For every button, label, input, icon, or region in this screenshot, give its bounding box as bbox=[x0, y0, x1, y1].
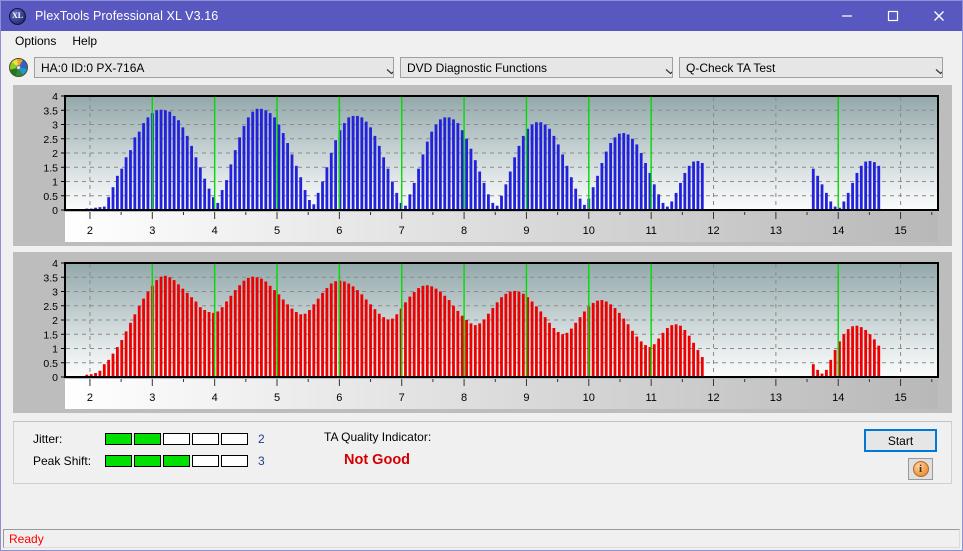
svg-text:0: 0 bbox=[52, 372, 58, 384]
ta-quality-block: TA Quality Indicator: Not Good bbox=[324, 430, 431, 468]
peak-shift-chart-panel: 0 0.5 1 1.5 2 2.5 3 3.5 4 2 3 4 5 6 7 8 9 10 11 12 13 14 15 bbox=[13, 252, 952, 413]
peak-shift-chart: 0 0.5 1 1.5 2 2.5 3 3.5 4 2 3 4 5 6 7 8 9 10 11 12 13 14 15 bbox=[13, 252, 952, 413]
peak-shift-label: Peak Shift: bbox=[33, 454, 92, 468]
close-button[interactable] bbox=[916, 1, 962, 31]
meter-cell bbox=[221, 433, 248, 445]
svg-text:3: 3 bbox=[52, 120, 58, 132]
info-button[interactable]: i bbox=[908, 458, 933, 480]
svg-text:7: 7 bbox=[399, 225, 405, 237]
jitter-chart: 0 0.5 1 1.5 2 2.5 3 3.5 4 2 3 4 5 6 7 8 9 10 11 12 13 14 15 bbox=[13, 85, 952, 246]
svg-text:9: 9 bbox=[523, 225, 529, 237]
meter-cell bbox=[221, 455, 248, 467]
svg-text:6: 6 bbox=[336, 392, 342, 404]
test-select-value: Q-Check TA Test bbox=[686, 60, 776, 75]
svg-text:0.5: 0.5 bbox=[43, 358, 58, 370]
svg-text:7: 7 bbox=[399, 392, 405, 404]
svg-text:10: 10 bbox=[583, 225, 595, 237]
svg-text:10: 10 bbox=[583, 392, 595, 404]
svg-text:3.5: 3.5 bbox=[43, 105, 58, 117]
svg-text:2.5: 2.5 bbox=[43, 301, 58, 313]
svg-text:4: 4 bbox=[212, 225, 218, 237]
svg-text:13: 13 bbox=[770, 225, 782, 237]
plextools-window: XL PlexTools Professional XL V3.16 Optio… bbox=[0, 0, 963, 551]
window-controls bbox=[824, 1, 962, 31]
svg-text:11: 11 bbox=[645, 392, 656, 404]
meter-cell bbox=[134, 455, 161, 467]
selector-toolbar: HA:0 ID:0 PX-716A DVD Diagnostic Functio… bbox=[1, 53, 962, 82]
menu-bar: Options Help bbox=[1, 31, 962, 53]
peak-shift-row: Peak Shift: 3 bbox=[33, 454, 265, 468]
svg-text:6: 6 bbox=[336, 225, 342, 237]
meter-cell bbox=[192, 433, 219, 445]
meter-cell bbox=[163, 433, 190, 445]
svg-text:5: 5 bbox=[274, 392, 280, 404]
jitter-chart-panel: 0 0.5 1 1.5 2 2.5 3 3.5 4 2 3 4 5 6 7 8 9 10 11 12 13 14 15 bbox=[13, 85, 952, 246]
meter-cell bbox=[163, 455, 190, 467]
ta-quality-value: Not Good bbox=[344, 452, 411, 468]
meter-cell bbox=[105, 455, 132, 467]
ta-quality-label: TA Quality Indicator: bbox=[324, 430, 432, 444]
menu-item-help[interactable]: Help bbox=[64, 32, 105, 51]
svg-text:3: 3 bbox=[52, 287, 58, 299]
svg-text:1.5: 1.5 bbox=[43, 162, 58, 174]
title-bar: XL PlexTools Professional XL V3.16 bbox=[1, 1, 962, 31]
svg-text:14: 14 bbox=[832, 225, 844, 237]
function-select[interactable]: DVD Diagnostic Functions bbox=[400, 57, 673, 78]
svg-text:0.5: 0.5 bbox=[43, 191, 58, 203]
drive-select[interactable]: HA:0 ID:0 PX-716A bbox=[34, 57, 394, 78]
jitter-value: 2 bbox=[258, 432, 265, 446]
jitter-meter bbox=[105, 433, 248, 445]
svg-text:2: 2 bbox=[87, 225, 93, 237]
svg-text:8: 8 bbox=[461, 392, 467, 404]
svg-text:8: 8 bbox=[461, 225, 467, 237]
start-button-label: Start bbox=[887, 433, 914, 448]
minimize-button[interactable] bbox=[824, 1, 870, 31]
svg-text:1: 1 bbox=[52, 177, 58, 189]
jitter-label: Jitter: bbox=[33, 432, 63, 446]
svg-text:3: 3 bbox=[149, 225, 155, 237]
svg-text:4: 4 bbox=[52, 91, 58, 103]
svg-text:1.5: 1.5 bbox=[43, 329, 58, 341]
svg-text:4: 4 bbox=[52, 258, 58, 270]
svg-text:2: 2 bbox=[52, 315, 58, 327]
cd-disc-icon bbox=[9, 58, 28, 77]
indicator-box: Jitter: 2 Peak Shift: 3 TA Quality Indic… bbox=[13, 421, 952, 484]
info-icon: i bbox=[912, 461, 929, 477]
svg-text:1: 1 bbox=[52, 344, 58, 356]
svg-text:13: 13 bbox=[770, 392, 782, 404]
svg-text:3: 3 bbox=[149, 392, 155, 404]
test-select[interactable]: Q-Check TA Test bbox=[679, 57, 943, 78]
drive-select-value: HA:0 ID:0 PX-716A bbox=[41, 60, 145, 75]
svg-text:2: 2 bbox=[87, 392, 93, 404]
function-select-value: DVD Diagnostic Functions bbox=[407, 60, 548, 75]
peak-shift-value: 3 bbox=[258, 454, 265, 468]
svg-text:2.5: 2.5 bbox=[43, 134, 58, 146]
status-text: Ready bbox=[9, 531, 44, 546]
svg-text:0: 0 bbox=[52, 205, 58, 217]
meter-cell bbox=[134, 433, 161, 445]
menu-item-options[interactable]: Options bbox=[7, 32, 64, 51]
start-button[interactable]: Start bbox=[864, 429, 937, 452]
status-bar: Ready bbox=[3, 529, 960, 548]
charts-area: 0 0.5 1 1.5 2 2.5 3 3.5 4 2 3 4 5 6 7 8 9 10 11 12 13 14 15 00… bbox=[1, 82, 962, 419]
svg-text:2: 2 bbox=[52, 148, 58, 160]
svg-text:3.5: 3.5 bbox=[43, 272, 58, 284]
svg-text:4: 4 bbox=[212, 392, 218, 404]
svg-text:12: 12 bbox=[707, 225, 719, 237]
svg-text:15: 15 bbox=[894, 225, 906, 237]
meter-cell bbox=[192, 455, 219, 467]
svg-text:14: 14 bbox=[832, 392, 844, 404]
peak-shift-meter bbox=[105, 455, 248, 467]
meter-cell bbox=[105, 433, 132, 445]
window-title: PlexTools Professional XL V3.16 bbox=[35, 9, 219, 23]
svg-text:11: 11 bbox=[645, 225, 656, 237]
svg-text:5: 5 bbox=[274, 225, 280, 237]
maximize-button[interactable] bbox=[870, 1, 916, 31]
app-icon: XL bbox=[9, 7, 26, 25]
svg-text:9: 9 bbox=[523, 392, 529, 404]
svg-text:12: 12 bbox=[707, 392, 719, 404]
jitter-row: Jitter: 2 bbox=[33, 432, 265, 446]
svg-text:15: 15 bbox=[894, 392, 906, 404]
